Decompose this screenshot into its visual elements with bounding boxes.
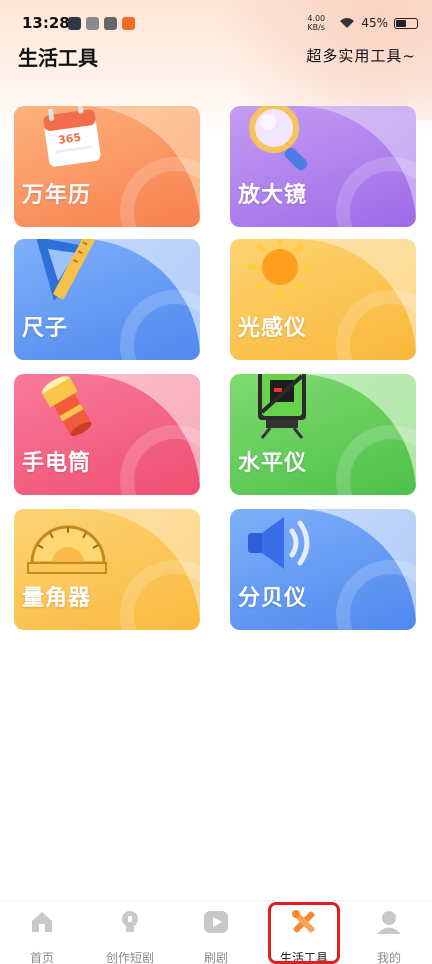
profile-icon	[377, 911, 401, 934]
tool-label: 光感仪	[238, 316, 308, 341]
nav-item-create-drama[interactable]: 创作短剧	[90, 909, 170, 964]
tool-card-level[interactable]: 水平仪	[230, 374, 416, 495]
battery-icon	[394, 17, 418, 29]
tool-label: 放大镜	[238, 183, 308, 208]
magnifier-icon	[249, 106, 308, 171]
protractor-icon	[27, 525, 107, 574]
app-notification-icon	[122, 17, 135, 30]
page-subtitle: 超多实用工具~	[306, 47, 416, 65]
lightbulb-icon	[122, 911, 138, 932]
tool-card-light-meter[interactable]: 光感仪	[230, 239, 416, 360]
nav-label: 我的	[376, 951, 401, 964]
app-notification-icon	[68, 17, 81, 30]
nav-label: 首页	[29, 951, 54, 964]
nav-item-home[interactable]: 首页	[2, 909, 82, 964]
wifi-icon	[340, 18, 355, 28]
tool-card-decibel-meter[interactable]: 分贝仪	[230, 509, 416, 630]
nav-label: 刷剧	[203, 951, 228, 964]
home-icon	[32, 912, 52, 932]
calendar-icon: 365	[43, 106, 101, 167]
network-speed: 4.00 KB/s	[307, 14, 326, 32]
nav-item-profile[interactable]: 我的	[349, 909, 429, 964]
level-laser-icon	[258, 374, 306, 439]
speaker-icon	[248, 517, 310, 569]
nav-label: 创作短剧	[105, 951, 154, 964]
tool-label: 尺子	[22, 316, 69, 341]
page-title: 生活工具	[18, 46, 98, 70]
tool-label: 分贝仪	[238, 586, 308, 611]
tool-card-magnifier[interactable]: 放大镜	[230, 106, 416, 227]
tool-card-calendar[interactable]: 365 万年历	[14, 106, 200, 227]
tool-label: 手电筒	[22, 451, 92, 476]
app-notification-icon	[86, 17, 99, 30]
battery-percent: 45%	[361, 16, 388, 30]
nav-item-watch[interactable]: 刷剧	[176, 909, 256, 964]
bottom-navigation: 首页 创作短剧 刷剧 生活工具 我的	[0, 900, 432, 964]
tool-label: 万年历	[22, 183, 92, 208]
tool-card-ruler[interactable]: 尺子	[14, 239, 200, 360]
status-indicators: 4.00 KB/s 45%	[307, 14, 418, 32]
tool-card-protractor[interactable]: 量角器	[14, 509, 200, 630]
tool-label: 水平仪	[238, 451, 308, 476]
active-tab-highlight	[268, 902, 340, 964]
tool-label: 量角器	[22, 586, 92, 611]
status-bar: 13:28 4.00 KB/s 45%	[0, 0, 432, 40]
play-icon	[204, 911, 228, 933]
tool-card-flashlight[interactable]: 手电筒	[14, 374, 200, 495]
ruler-icon	[36, 239, 95, 301]
flashlight-icon	[41, 376, 92, 436]
status-time: 13:28	[22, 14, 70, 32]
sun-icon	[247, 239, 313, 300]
mail-icon	[104, 17, 117, 30]
